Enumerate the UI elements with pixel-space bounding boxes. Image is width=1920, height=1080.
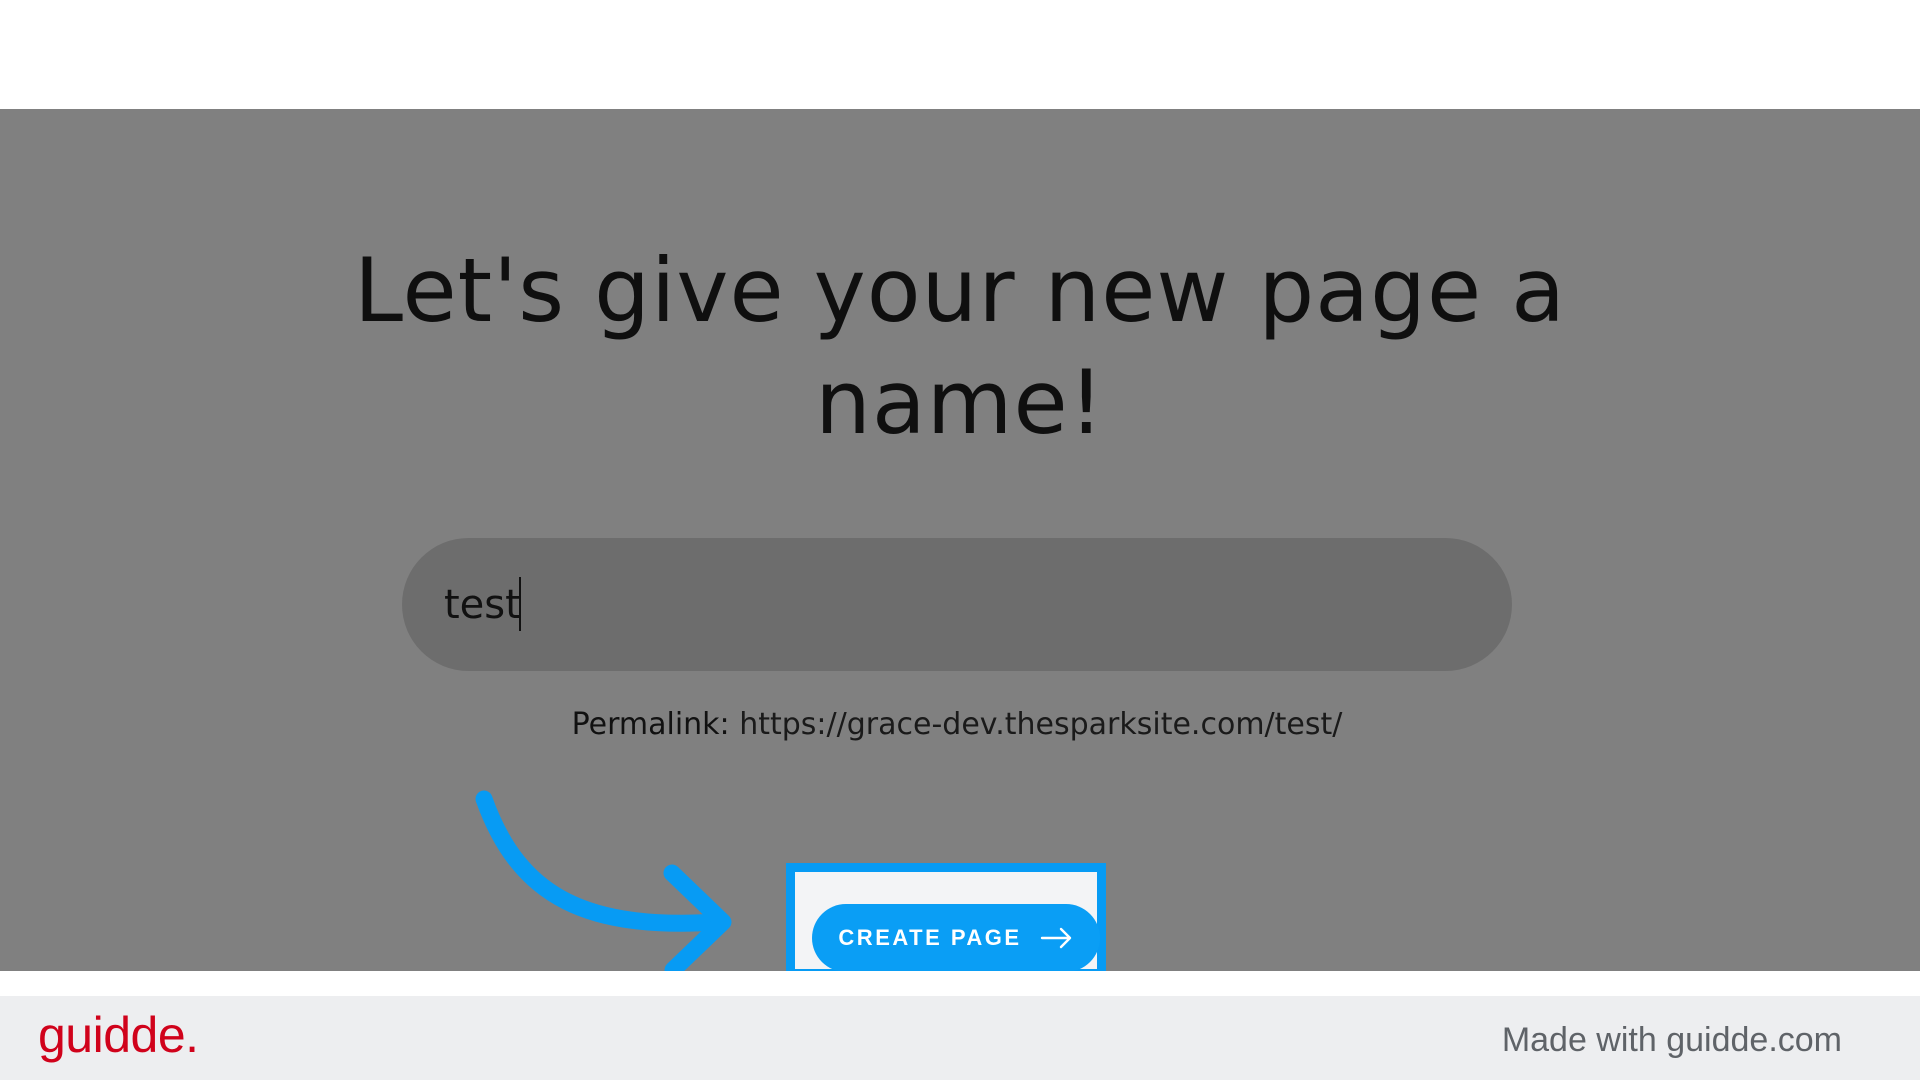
top-bar [0, 0, 1920, 109]
create-page-label: CREATE PAGE [838, 925, 1022, 950]
curved-pointer-arrow-icon [475, 790, 732, 979]
made-with-text: Made with guidde.com [1501, 1021, 1842, 1059]
permalink-row: Permalink: https://grace-dev.thesparksit… [402, 705, 1512, 745]
text-cursor [519, 577, 521, 631]
tutorial-frame: Let's give your new page a name! Permali… [0, 0, 1920, 1080]
arrow-right-icon [1040, 927, 1071, 949]
guidde-logo: guidde. [38, 1007, 199, 1063]
permalink-label: Permalink: [571, 707, 730, 742]
page-title: Let's give your new page a name! [353, 239, 1567, 454]
permalink-url[interactable]: https://grace-dev.thesparksite.com/test/ [739, 707, 1342, 742]
create-page-button[interactable]: CREATE PAGE [812, 904, 1100, 972]
white-strip [0, 971, 1920, 996]
page-name-input[interactable] [402, 538, 1512, 671]
